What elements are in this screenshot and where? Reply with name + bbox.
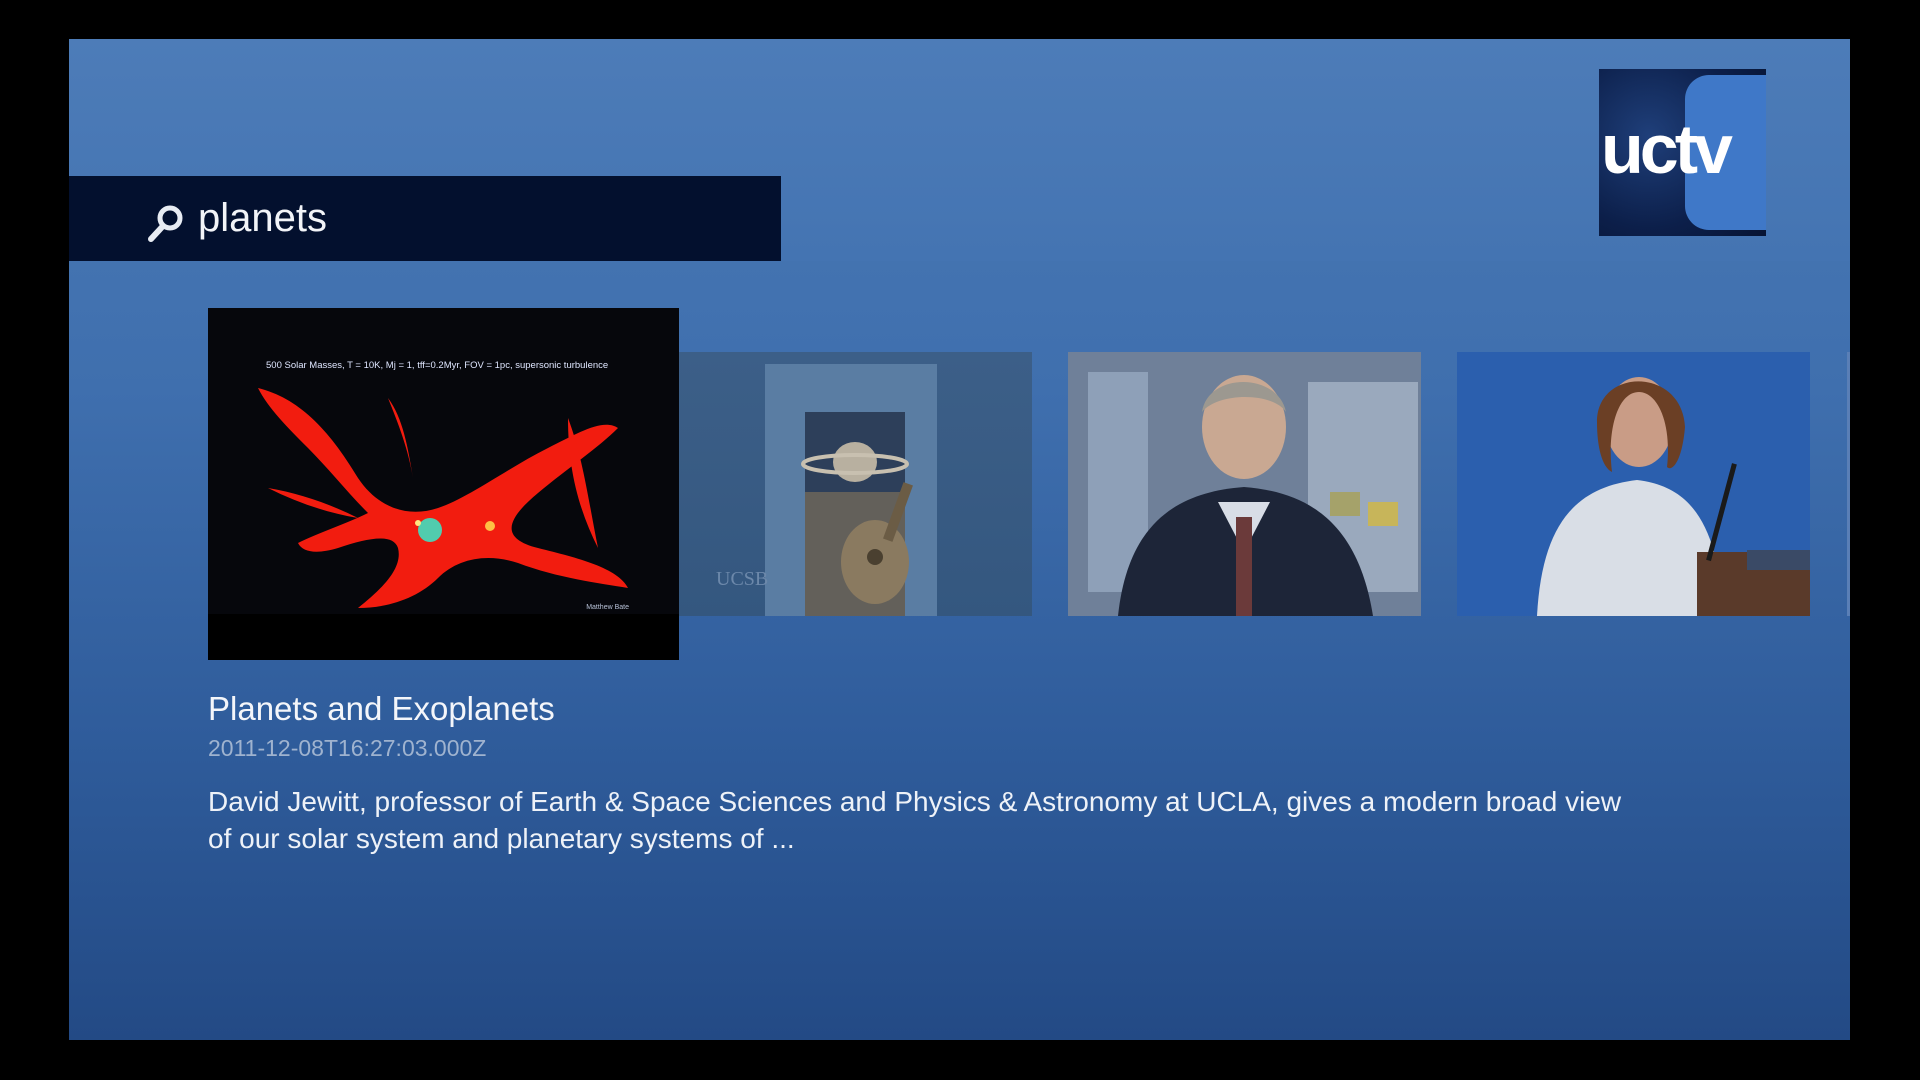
- speaker-woman-image: [1457, 352, 1810, 616]
- logo-text: uctv: [1601, 110, 1733, 188]
- search-bar[interactable]: planets: [69, 176, 781, 261]
- speaker-man-image: [1068, 352, 1421, 616]
- result-thumbnail-selected[interactable]: 500 Solar Masses, T = 10K, Mj = 1, tff=0…: [208, 308, 679, 660]
- result-title: Planets and Exoplanets: [208, 690, 555, 727]
- thumbnail-credit: Matthew Bate: [586, 604, 629, 611]
- result-thumbnail[interactable]: UCSB: [679, 352, 1032, 616]
- result-thumbnail[interactable]: [1068, 352, 1421, 616]
- search-query[interactable]: planets: [198, 194, 327, 242]
- result-description: David Jewitt, professor of Earth & Space…: [208, 786, 1622, 854]
- search-icon: [148, 205, 183, 242]
- thumbnail-caption: 500 Solar Masses, T = 10K, Mj = 1, tff=0…: [266, 360, 609, 371]
- app-screen: planets uctv 500 Solar Masses, T = 10K, …: [69, 39, 1850, 1040]
- result-date: 2011-12-08T16:27:03.000Z: [208, 735, 487, 761]
- result-thumbnail-partial[interactable]: [1847, 352, 1850, 616]
- result-details: Planets and Exoplanets 2011-12-08T16:27:…: [208, 689, 1708, 857]
- uctv-logo: uctv: [1599, 69, 1766, 236]
- thumbnail-watermark: UCSB: [716, 568, 769, 590]
- result-thumbnail[interactable]: [1457, 352, 1810, 616]
